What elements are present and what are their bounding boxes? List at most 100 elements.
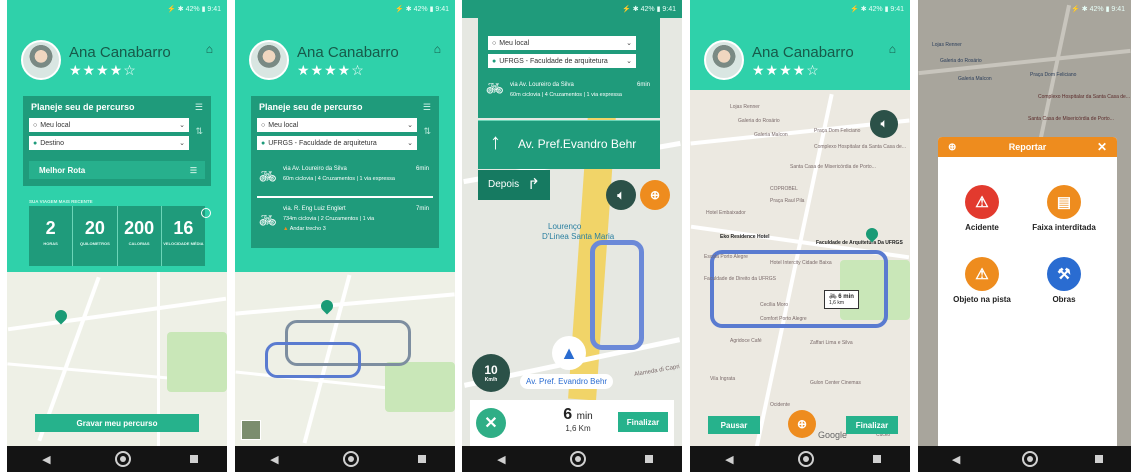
report-button[interactable]: ⊕ — [640, 180, 670, 210]
chevron-down-icon: ⌄ — [407, 140, 413, 147]
recents-icon[interactable] — [872, 455, 881, 463]
home-button-icon[interactable] — [342, 451, 359, 467]
map-label: Galeria Malcon — [754, 132, 788, 138]
route-warning: ▲ Andar trecho 3 — [283, 226, 326, 232]
best-route-button[interactable]: Melhor Rota ☰ — [29, 161, 205, 179]
destination-field[interactable]: ● UFRGS - Faculdade de arquitetura ⌄ — [488, 54, 636, 68]
route-time: 6min — [636, 82, 650, 88]
back-icon[interactable]: ◀ — [946, 453, 966, 466]
origin-field[interactable]: ○ Meu local ⌄ — [488, 36, 636, 50]
report-lane-closed-button[interactable]: ▤ Faixa interditada — [1024, 185, 1104, 232]
home-button-icon[interactable] — [797, 451, 814, 467]
map-label: COPROBEL — [770, 186, 798, 192]
route-distance: 1,6 km — [829, 300, 845, 306]
route-via: via. R. Eng Luiz Englert — [283, 206, 346, 212]
origin-value: Meu local — [40, 121, 71, 129]
arrow-up-icon: ↑ — [490, 129, 501, 154]
map-label: D'Linea Santa Maria — [542, 232, 615, 241]
back-icon[interactable]: ◀ — [264, 453, 284, 466]
swap-icon[interactable]: ⇅ — [195, 126, 203, 137]
stat-value: 200 — [124, 218, 155, 238]
home-icon[interactable]: ⌂ — [434, 42, 441, 56]
status-bar: ⚡ ✱ 42% ▮ 9:41 — [462, 0, 682, 18]
navigation-bottom-panel: ✕ 6 min 1,6 Km Finalizar — [470, 400, 674, 446]
recents-icon[interactable] — [1094, 455, 1103, 463]
record-route-button[interactable]: Gravar meu percurso — [35, 414, 199, 432]
recents-icon[interactable] — [189, 455, 198, 463]
home-icon[interactable]: ⌂ — [206, 42, 213, 56]
recents-icon[interactable] — [417, 455, 426, 463]
report-title: Reportar — [1008, 142, 1047, 152]
speaker-icon: 🔈︎ — [617, 187, 625, 202]
route-detail: 60m ciclovia | 4 Cruzamentos | 1 via exp… — [283, 176, 395, 182]
route-via: via Av. Loureiro da Silva — [283, 166, 347, 172]
map-label: Gulon Center Cinemas — [810, 380, 861, 386]
back-icon[interactable]: ◀ — [491, 453, 511, 466]
map-label: Ocidente — [770, 402, 791, 408]
sound-button[interactable]: 🔈︎ — [606, 180, 636, 210]
map-label: Galeria Malcon — [958, 76, 992, 82]
route-time: 6min — [415, 166, 429, 172]
add-report-icon: ⊕ — [649, 188, 661, 202]
origin-value: Meu local — [268, 121, 299, 129]
rating-stars: ★★★★☆ — [297, 62, 365, 78]
map-label: Cecília Moro — [760, 302, 789, 308]
close-icon[interactable]: ✕ — [1097, 140, 1107, 154]
menu-icon[interactable]: ☰ — [195, 102, 203, 113]
home-button-icon[interactable] — [114, 451, 131, 467]
route-line-alt — [265, 342, 361, 378]
eta-minutes: 6 — [563, 406, 573, 423]
pause-button[interactable]: Pausar — [708, 416, 760, 434]
map-label: Agridoce Café — [730, 338, 762, 344]
report-header: ⊕ Reportar ✕ — [938, 137, 1117, 157]
chevron-down-icon: ⌄ — [179, 122, 185, 129]
home-button-icon[interactable] — [1022, 451, 1039, 467]
back-icon[interactable]: ◀ — [719, 453, 739, 466]
stat-speed: 16 VELOCIDADE MÉDIA — [162, 206, 205, 266]
home-icon[interactable]: ⌂ — [889, 42, 896, 56]
chevron-down-icon: ⌄ — [626, 40, 632, 47]
map-label: Escola Porto Alegre — [704, 254, 748, 260]
finish-button[interactable]: Finalizar — [846, 416, 898, 434]
system-nav-bar: ◀ — [7, 446, 227, 472]
screen-report: Lojas Renner Galeria do Rosário Galeria … — [918, 0, 1131, 472]
map-thumbnail[interactable] — [241, 420, 261, 440]
map-label: Comfort Porto Alegre — [760, 316, 807, 322]
route-option-1[interactable]: 🚲︎ via Av. Loureiro da Silva 6min 60m ci… — [257, 162, 433, 192]
report-label: Faixa interditada — [1032, 223, 1096, 232]
map-label: Praça Raul Pila — [770, 198, 805, 204]
cancel-navigation-button[interactable]: ✕ — [476, 408, 506, 438]
system-nav-bar: ◀ — [918, 446, 1131, 472]
map[interactable] — [235, 272, 455, 446]
back-icon[interactable]: ◀ — [36, 453, 56, 466]
route-option-2[interactable]: 🚲︎ via. R. Eng Luiz Englert 7min 734m ci… — [257, 202, 433, 242]
home-button-icon[interactable] — [569, 451, 586, 467]
avatar[interactable] — [21, 40, 61, 80]
destination-field[interactable]: ● Destino ⌄ — [29, 136, 189, 150]
bicycle-icon: 🚲︎ — [259, 168, 277, 184]
destination-field[interactable]: ● UFRGS - Faculdade de arquitetura ⌄ — [257, 136, 417, 150]
location-pin-icon — [318, 297, 336, 315]
origin-field[interactable]: ○ Meu local ⌄ — [257, 118, 417, 132]
report-object-button[interactable]: ⚠ Objeto na pista — [942, 257, 1022, 304]
swap-icon[interactable]: ⇅ — [423, 126, 431, 137]
avatar[interactable] — [704, 40, 744, 80]
screen-home: ⚡ ✱ 42% ▮ 9:41 Ana Canabarro ★★★★☆ ⌂ Pla… — [7, 0, 227, 472]
map[interactable]: Gravar meu percurso — [7, 272, 227, 446]
sound-button[interactable]: 🔈︎ — [870, 110, 898, 138]
stats-label: SUA VIAGEM MAIS RECENTE — [29, 199, 93, 204]
recents-icon[interactable] — [644, 455, 653, 463]
stat-value: 2 — [45, 218, 56, 238]
menu-icon[interactable]: ☰ — [423, 102, 431, 113]
report-accident-button[interactable]: ⚠ Acidente — [942, 185, 1022, 232]
next-turn-card: ↑ Av. Pref.Evandro Behr — [478, 120, 660, 169]
report-roadwork-button[interactable]: ⚒ Obras — [1024, 257, 1104, 304]
destination-value: UFRGS - Faculdade de arquitetura — [268, 139, 377, 147]
map-label: Praça Dom Feliciano — [814, 128, 861, 134]
report-button[interactable]: ⊕ — [788, 410, 816, 438]
avatar[interactable] — [249, 40, 289, 80]
origin-field[interactable]: ○ Meu local ⌄ — [29, 118, 189, 132]
map-label: Santa Casa de Misericórdia de Porto... — [1028, 116, 1114, 122]
report-label: Obras — [1052, 295, 1076, 304]
finish-button[interactable]: Finalizar — [618, 412, 668, 432]
